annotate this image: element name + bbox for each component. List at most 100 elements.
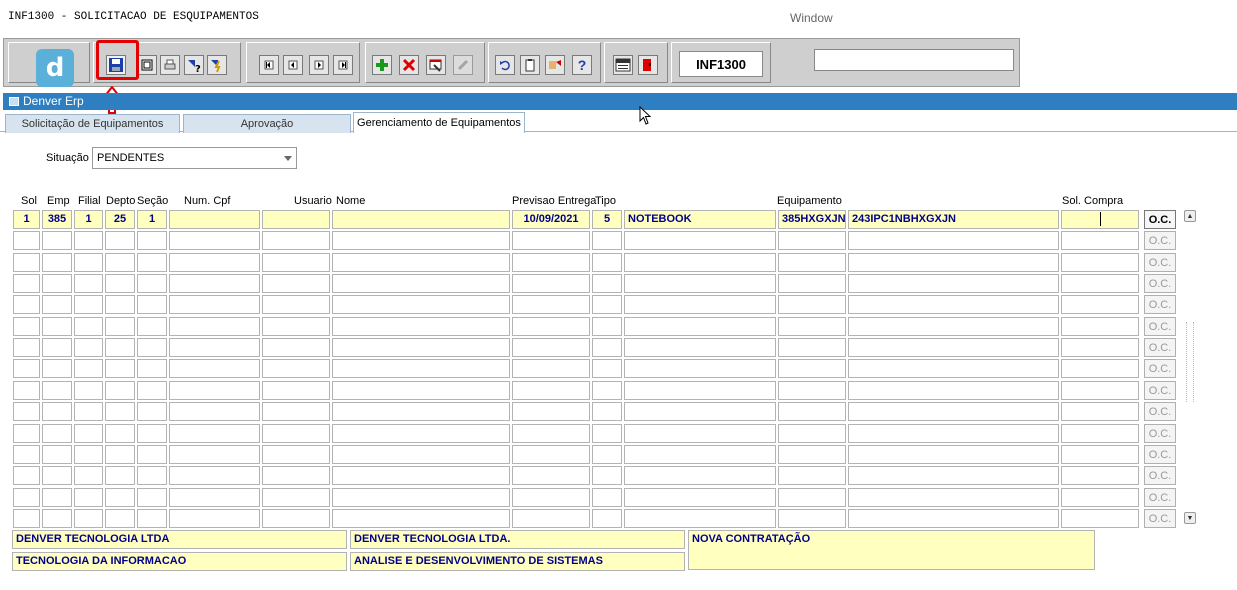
cell-emp[interactable] [42, 359, 72, 378]
cell-nome[interactable] [332, 488, 510, 507]
oc-button[interactable]: O.C. [1144, 509, 1176, 528]
cell-previsao[interactable] [512, 274, 590, 293]
oc-button[interactable]: O.C. [1144, 466, 1176, 485]
cell-usuario[interactable] [262, 488, 330, 507]
cell-secao[interactable] [137, 295, 167, 314]
cell-tipo-desc[interactable] [624, 253, 776, 272]
cell-nome[interactable] [332, 231, 510, 250]
cell-secao[interactable] [137, 509, 167, 528]
cell-emp[interactable] [42, 381, 72, 400]
cell-secao[interactable] [137, 231, 167, 250]
cell-solcompra[interactable] [1061, 274, 1139, 293]
cell-equip-code[interactable] [778, 466, 846, 485]
cell-equip-code[interactable] [778, 488, 846, 507]
cell-depto[interactable] [105, 445, 135, 464]
oc-button[interactable]: O.C. [1144, 402, 1176, 421]
cell-depto[interactable] [105, 402, 135, 421]
clear-record-icon[interactable] [453, 55, 473, 75]
cell-nome[interactable] [332, 424, 510, 443]
cell-numcpf[interactable] [169, 274, 260, 293]
oc-button[interactable]: O.C. [1144, 488, 1176, 507]
oc-button[interactable]: O.C. [1144, 253, 1176, 272]
cell-equip-code[interactable] [778, 359, 846, 378]
cell-equip-desc[interactable] [848, 231, 1059, 250]
cell-usuario[interactable] [262, 424, 330, 443]
cell-equip-code[interactable] [778, 509, 846, 528]
cell-solcompra[interactable] [1061, 338, 1139, 357]
cell-equip-desc[interactable] [848, 381, 1059, 400]
oc-button[interactable]: O.C. [1144, 359, 1176, 378]
oc-button[interactable]: O.C. [1144, 424, 1176, 443]
insert-record-icon[interactable] [372, 55, 392, 75]
cell-sol[interactable] [13, 231, 40, 250]
cell-solcompra[interactable] [1061, 359, 1139, 378]
cell-filial[interactable] [74, 509, 103, 528]
cell-tipo-desc[interactable] [624, 317, 776, 336]
cell-tipo[interactable]: 5 [592, 210, 622, 229]
cell-usuario[interactable] [262, 509, 330, 528]
cell-solcompra[interactable] [1061, 253, 1139, 272]
cell-secao[interactable] [137, 402, 167, 421]
cell-equip-code[interactable] [778, 338, 846, 357]
cell-emp[interactable]: 385 [42, 210, 72, 229]
cell-equip-desc[interactable] [848, 466, 1059, 485]
cell-tipo-desc[interactable] [624, 231, 776, 250]
cell-equip-desc[interactable] [848, 295, 1059, 314]
cell-solcompra[interactable] [1061, 424, 1139, 443]
cell-previsao[interactable] [512, 402, 590, 421]
clipboard-icon[interactable] [520, 55, 540, 75]
cell-previsao[interactable] [512, 295, 590, 314]
first-record-icon[interactable] [259, 55, 279, 75]
cell-numcpf[interactable] [169, 466, 260, 485]
cell-filial[interactable] [74, 445, 103, 464]
cell-emp[interactable] [42, 231, 72, 250]
cell-filial[interactable] [74, 424, 103, 443]
cell-filial[interactable] [74, 317, 103, 336]
cell-previsao[interactable] [512, 381, 590, 400]
cell-equip-code[interactable] [778, 445, 846, 464]
cell-usuario[interactable] [262, 210, 330, 229]
cell-secao[interactable]: 1 [137, 210, 167, 229]
cell-sol[interactable] [13, 466, 40, 485]
execute-query-icon[interactable] [207, 55, 227, 75]
cell-tipo[interactable] [592, 466, 622, 485]
cell-equip-desc[interactable] [848, 317, 1059, 336]
cell-emp[interactable] [42, 488, 72, 507]
cell-nome[interactable] [332, 338, 510, 357]
cell-secao[interactable] [137, 424, 167, 443]
cell-nome[interactable] [332, 381, 510, 400]
cell-secao[interactable] [137, 445, 167, 464]
cell-sol[interactable] [13, 381, 40, 400]
cell-emp[interactable] [42, 445, 72, 464]
oc-button[interactable]: O.C. [1144, 338, 1176, 357]
cell-equip-desc[interactable] [848, 445, 1059, 464]
cell-tipo[interactable] [592, 317, 622, 336]
cell-tipo-desc[interactable] [624, 338, 776, 357]
cell-sol[interactable] [13, 359, 40, 378]
cell-sol[interactable] [13, 253, 40, 272]
oc-button[interactable]: O.C. [1144, 210, 1176, 229]
cell-filial[interactable] [74, 338, 103, 357]
cell-numcpf[interactable] [169, 381, 260, 400]
cell-filial[interactable] [74, 359, 103, 378]
cell-tipo[interactable] [592, 445, 622, 464]
cell-usuario[interactable] [262, 274, 330, 293]
oc-button[interactable]: O.C. [1144, 274, 1176, 293]
duplicate-record-icon[interactable] [426, 55, 446, 75]
cell-depto[interactable] [105, 488, 135, 507]
cell-usuario[interactable] [262, 317, 330, 336]
cell-depto[interactable] [105, 317, 135, 336]
cell-tipo[interactable] [592, 253, 622, 272]
cell-emp[interactable] [42, 466, 72, 485]
cell-previsao[interactable] [512, 466, 590, 485]
cell-nome[interactable] [332, 359, 510, 378]
cell-equip-desc[interactable] [848, 402, 1059, 421]
cell-depto[interactable] [105, 338, 135, 357]
cell-previsao[interactable] [512, 424, 590, 443]
cell-nome[interactable] [332, 210, 510, 229]
cell-tipo-desc[interactable] [624, 445, 776, 464]
undo-icon[interactable] [495, 55, 515, 75]
cell-tipo[interactable] [592, 359, 622, 378]
cell-equip-code[interactable] [778, 424, 846, 443]
cell-tipo-desc[interactable] [624, 466, 776, 485]
